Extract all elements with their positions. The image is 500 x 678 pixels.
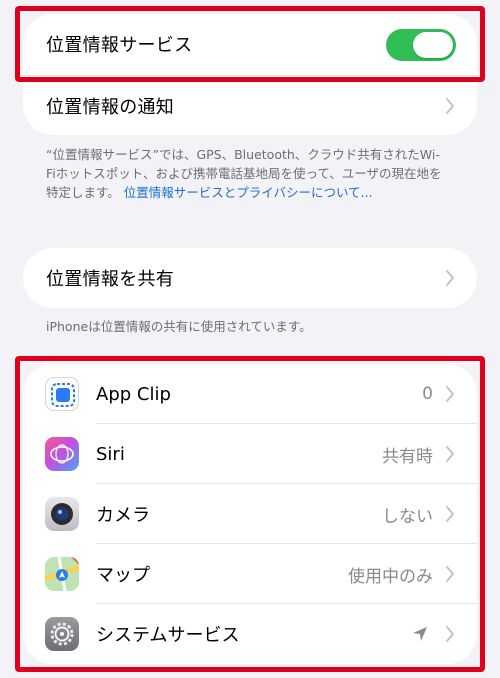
location-services-label: 位置情報サービス [46, 35, 193, 56]
app-row-siri[interactable]: Siri 共有時 [23, 424, 477, 484]
location-services-description: “位置情報サービス”では、GPS、Bluetooth、クラウド共有されたWi-F… [46, 145, 446, 202]
chevron-right-icon [445, 626, 455, 642]
share-location-label: 位置情報を共有 [46, 269, 175, 290]
share-location-row[interactable]: 位置情報を共有 [23, 248, 477, 308]
chevron-right-icon [445, 446, 455, 462]
app-row-system-services[interactable]: システムサービス [23, 604, 477, 664]
app-row-camera[interactable]: カメラ しない [23, 484, 477, 544]
app-name: App Clip [96, 383, 171, 405]
maps-icon [45, 557, 79, 591]
toggle-knob [413, 32, 453, 58]
chevron-right-icon [445, 506, 455, 522]
chevron-right-icon [445, 98, 455, 114]
app-list-card: App Clip 0 Siri 共有時 カメラ しない マップ 使用中のみ シス… [23, 364, 477, 664]
location-settings-card: 位置情報サービス 位置情報の通知 [23, 14, 477, 135]
app-permission-value: 使用中のみ [348, 566, 433, 587]
app-name: システムサービス [96, 625, 240, 646]
app-permission-value: しない [382, 506, 433, 527]
chevron-right-icon [445, 566, 455, 582]
app-name: マップ [96, 565, 150, 586]
app-row-maps[interactable]: マップ 使用中のみ [23, 544, 477, 604]
location-arrow-icon [411, 625, 429, 647]
app-permission-value: 共有時 [382, 446, 433, 467]
app-permission-value: 0 [422, 384, 433, 404]
app-name: Siri [96, 443, 125, 465]
location-alerts-label: 位置情報の通知 [46, 97, 175, 118]
location-services-toggle[interactable] [386, 29, 456, 61]
chevron-right-icon [445, 386, 455, 402]
share-location-card: 位置情報を共有 [23, 248, 477, 308]
privacy-link[interactable]: 位置情報サービスとプライバシーについて... [124, 185, 373, 200]
system-services-gear-icon [45, 617, 79, 651]
app-clip-icon [45, 377, 79, 411]
chevron-right-icon [445, 270, 455, 286]
camera-icon [45, 497, 79, 531]
app-row-app-clip[interactable]: App Clip 0 [23, 364, 477, 424]
app-name: カメラ [96, 505, 150, 526]
share-location-note: iPhoneは位置情報の共有に使用されています。 [46, 319, 312, 334]
siri-icon [45, 437, 79, 471]
location-services-row[interactable]: 位置情報サービス [23, 14, 477, 74]
location-alerts-row[interactable]: 位置情報の通知 [23, 76, 477, 136]
